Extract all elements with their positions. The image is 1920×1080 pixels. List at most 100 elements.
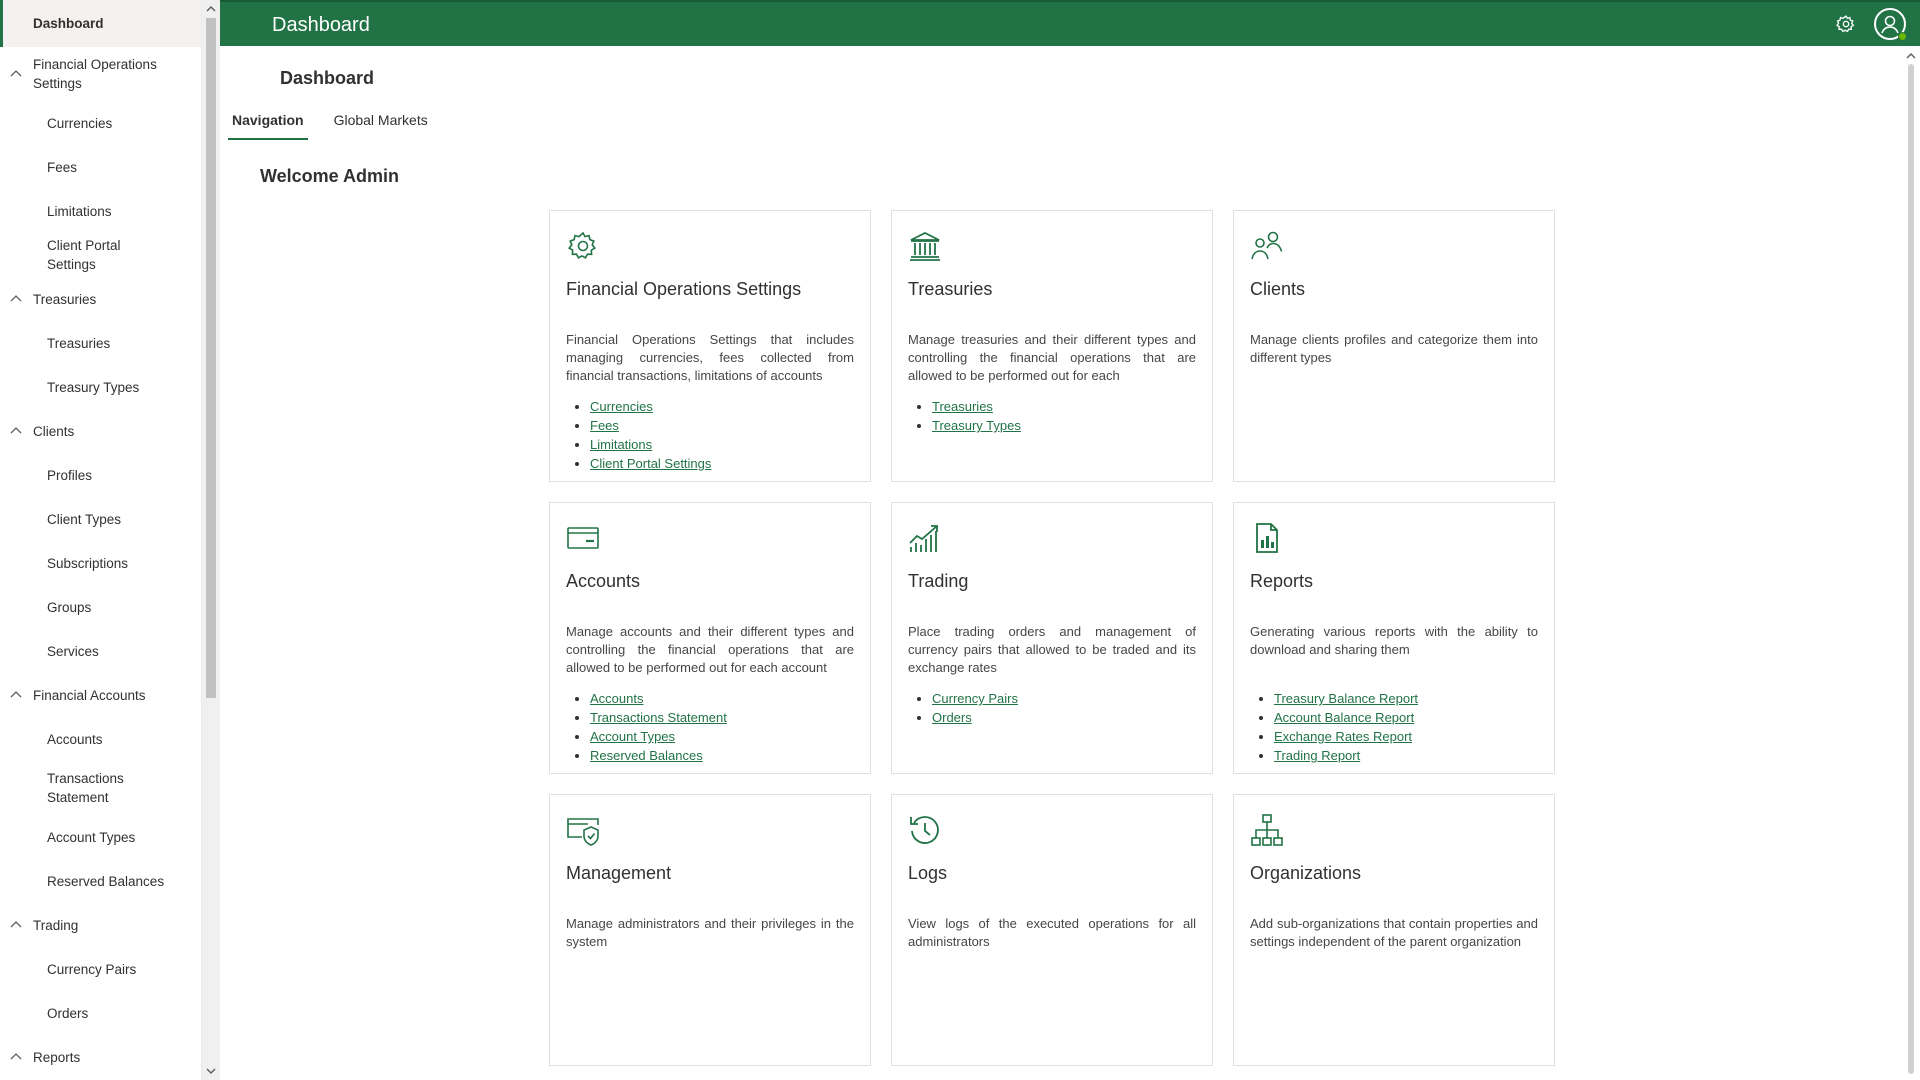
scroll-down-arrow-icon[interactable] [205,1065,217,1077]
link-account-balance-report[interactable]: Account Balance Report [1274,710,1414,725]
sidebar-item-label: Fees [47,159,78,175]
sidebar-item-currencies[interactable]: Currencies [0,101,201,145]
sidebar-item-services[interactable]: Services [0,629,201,673]
card-link-list: Accounts Transactions Statement Account Ty… [566,689,854,765]
card-title: Organizations [1250,863,1362,883]
card-title: Logs [908,863,948,883]
sidebar-item-label: Reserved Balances [47,873,165,889]
sidebar-item-trading[interactable]: Trading [0,903,201,947]
card-grid: Financial Operations Settings Financial O… [549,210,1555,1066]
tab-bar: Navigation Global Markets [228,108,454,140]
sidebar-item-financial-operations-settings[interactable]: Financial Operations Settings [0,47,201,101]
sidebar-item-treasuries[interactable]: Treasuries [0,277,201,321]
chevron-up-icon[interactable] [9,688,23,702]
report-document-icon [1250,521,1284,555]
sidebar-item-account-types[interactable]: Account Types [0,815,201,859]
link-currencies[interactable]: Currencies [590,399,653,414]
link-client-portal-settings[interactable]: Client Portal Settings [590,456,711,471]
sidebar-item-accounts[interactable]: Accounts [0,717,201,761]
sidebar: Dashboard Financial Operations Settings Cu… [0,0,202,1080]
link-currency-pairs[interactable]: Currency Pairs [932,691,1018,706]
link-orders[interactable]: Orders [932,710,972,725]
card-description: Manage clients profiles and categorize t… [1250,332,1538,365]
link-trading-report[interactable]: Trading Report [1274,748,1360,763]
header-title: Dashboard [272,14,370,36]
main-scroll-thumb[interactable] [1908,64,1914,1074]
link-transactions-statement[interactable]: Transactions Statement [590,710,727,725]
card-description: Manage administrators and their privileg… [566,916,854,949]
sidebar-item-currency-pairs[interactable]: Currency Pairs [0,947,201,991]
card-title: Clients [1250,279,1306,299]
sidebar-item-label: Orders [47,1005,89,1021]
list-item: Client Portal Settings [590,454,854,473]
sidebar-item-clients[interactable]: Clients [0,409,201,453]
sidebar-item-client-types[interactable]: Client Types [0,497,201,541]
sidebar-item-label: Reports [33,1049,81,1065]
tab-global-markets[interactable]: Global Markets [330,108,432,140]
main-scrollbar[interactable] [1902,46,1920,1080]
sidebar-item-label: Treasuries [47,335,111,351]
sidebar-item-limitations[interactable]: Limitations [0,189,201,233]
chevron-up-icon[interactable] [9,918,23,932]
gear-icon[interactable] [1836,14,1856,34]
link-treasury-balance-report[interactable]: Treasury Balance Report [1274,691,1418,706]
list-item: Reserved Balances [590,746,854,765]
sidebar-item-transactions-statement[interactable]: Transactions Statement [0,761,201,815]
main-scroll-up-arrow-icon[interactable] [1905,50,1917,62]
people-icon [1250,229,1284,263]
link-treasury-types[interactable]: Treasury Types [932,418,1021,433]
sidebar-item-reserved-balances[interactable]: Reserved Balances [0,859,201,903]
sidebar-item-label: Client Types [47,511,122,527]
link-account-types[interactable]: Account Types [590,729,675,744]
list-item: Transactions Statement [590,708,854,727]
sidebar-item-groups[interactable]: Groups [0,585,201,629]
card-treasuries: Treasuries Manage treasuries and their di… [891,210,1213,482]
sidebar-item-label: Services [47,643,99,659]
sidebar-item-client-portal-settings[interactable]: Client Portal Settings [0,233,201,277]
link-accounts[interactable]: Accounts [590,691,643,706]
sidebar-item-label: Transactions Statement [47,771,124,805]
top-header: Dashboard [220,0,1920,46]
card-title: Management [566,863,672,883]
sidebar-scroll-thumb[interactable] [206,18,216,698]
chevron-up-icon[interactable] [9,292,23,306]
chevron-up-icon[interactable] [9,424,23,438]
link-exchange-rates-report[interactable]: Exchange Rates Report [1274,729,1412,744]
list-item: Orders [932,708,1196,727]
sidebar-item-orders[interactable]: Orders [0,991,201,1035]
link-reserved-balances[interactable]: Reserved Balances [590,748,703,763]
bank-icon [908,229,942,263]
sidebar-item-label: Treasuries [33,291,97,307]
sidebar-item-profiles[interactable]: Profiles [0,453,201,497]
sidebar-item-label: Subscriptions [47,555,129,571]
sidebar-item-subscriptions[interactable]: Subscriptions [0,541,201,585]
page-title: Dashboard [280,68,375,88]
shield-card-icon [566,813,600,847]
chevron-up-icon[interactable] [9,67,23,81]
list-item: Accounts [590,689,854,708]
sidebar-item-reports[interactable]: Reports [0,1035,201,1079]
card-organizations: Organizations Add sub-organizations that … [1233,794,1555,1066]
sidebar-scrollbar[interactable] [202,0,220,1080]
list-item: Currency Pairs [932,689,1196,708]
sidebar-item-fees[interactable]: Fees [0,145,201,189]
link-limitations[interactable]: Limitations [590,437,652,452]
sidebar-item-label: Profiles [47,467,93,483]
sidebar-item-label: Client Portal Settings [47,238,121,272]
list-item: Currencies [590,397,854,416]
tab-navigation[interactable]: Navigation [228,108,308,140]
chevron-up-icon[interactable] [9,1050,23,1064]
list-item: Exchange Rates Report [1274,727,1538,746]
card-title: Accounts [566,571,641,591]
sidebar-item-dashboard[interactable]: Dashboard [0,0,201,47]
scroll-up-arrow-icon[interactable] [205,3,217,15]
card-title: Treasuries [908,279,993,299]
sidebar-item-treasury-types[interactable]: Treasury Types [0,365,201,409]
link-fees[interactable]: Fees [590,418,619,433]
link-treasuries[interactable]: Treasuries [932,399,993,414]
sidebar-item-financial-accounts[interactable]: Financial Accounts [0,673,201,717]
sidebar-item-label: Currencies [47,115,113,131]
sidebar-item-label: Trading [33,917,79,933]
sidebar-item-treasuries[interactable]: Treasuries [0,321,201,365]
list-item: Account Types [590,727,854,746]
